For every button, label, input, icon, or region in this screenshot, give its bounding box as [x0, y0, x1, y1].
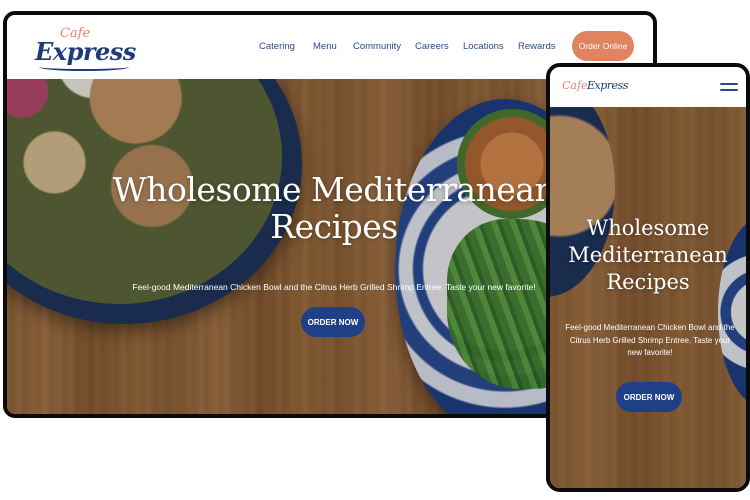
- site-logo[interactable]: Cafe Express: [35, 27, 136, 71]
- mobile-hero-section: Wholesome Mediterranean Recipes Feel-goo…: [550, 107, 746, 488]
- mobile-hero-title-line3: Recipes: [606, 270, 690, 294]
- mobile-logo-express-text: Express: [587, 79, 628, 92]
- nav-item-community[interactable]: Community: [353, 41, 401, 52]
- nav-item-careers[interactable]: Careers: [415, 41, 449, 52]
- mobile-logo[interactable]: Cafe Express: [562, 77, 632, 97]
- mobile-mockup: Cafe Express Wholesome Mediterranean Rec…: [546, 63, 750, 492]
- logo-express-text: Express: [35, 37, 136, 66]
- logo-swoosh: [39, 63, 129, 71]
- nav-item-catering[interactable]: Catering: [259, 41, 295, 52]
- order-online-button[interactable]: Order Online: [572, 31, 634, 61]
- mobile-order-now-button[interactable]: ORDER NOW: [616, 382, 682, 412]
- order-now-button[interactable]: ORDER NOW: [301, 307, 365, 337]
- mobile-hero-title-line2: Mediterranean: [568, 243, 728, 267]
- mobile-hero-title: Wholesome Mediterranean Recipes: [550, 215, 746, 296]
- mobile-header: Cafe Express: [550, 67, 746, 107]
- nav-item-menu[interactable]: Menu: [313, 41, 337, 52]
- hamburger-menu-icon[interactable]: [720, 83, 738, 93]
- mobile-hero-title-line1: Wholesome: [586, 216, 710, 240]
- nav-item-locations[interactable]: Locations: [463, 41, 504, 52]
- nav-item-rewards[interactable]: Rewards: [518, 41, 556, 52]
- mobile-logo-cafe-text: Cafe: [562, 79, 588, 92]
- mobile-hero-subtitle: Feel-good Mediterranean Chicken Bowl and…: [565, 323, 735, 357]
